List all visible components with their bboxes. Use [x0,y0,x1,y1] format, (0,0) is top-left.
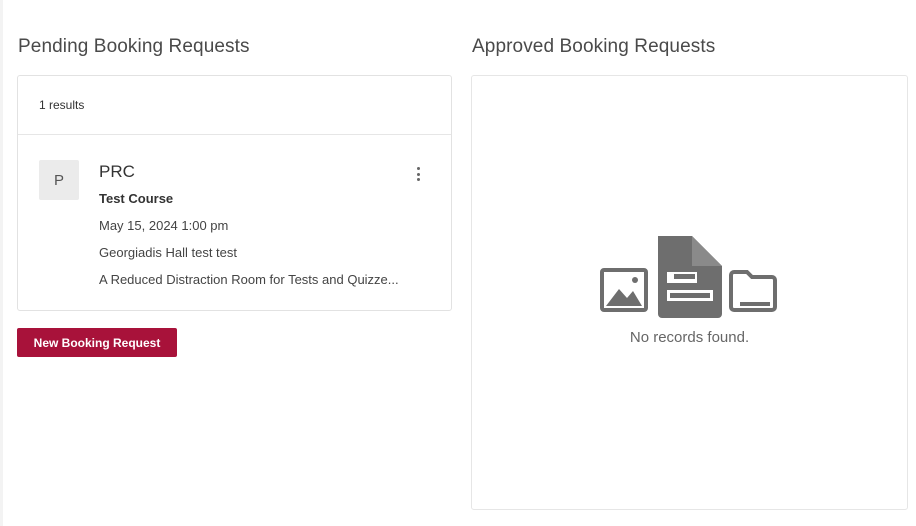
new-booking-request-button[interactable]: New Booking Request [17,328,177,357]
results-count: 1 results [39,98,85,112]
booking-location: Georgiadis Hall test test [99,245,238,260]
booking-description: A Reduced Distraction Room for Tests and… [99,272,399,287]
booking-request-item[interactable]: P PRC Test Course May 15, 2024 1:00 pm G… [18,135,451,311]
booking-datetime: May 15, 2024 1:00 pm [99,218,229,233]
avatar-letter: P [53,171,64,189]
document-icon [658,236,722,318]
more-vertical-icon[interactable] [412,164,424,184]
avatar: P [39,160,79,200]
results-count-header: 1 results [18,76,451,135]
approved-requests-panel: No records found. [471,75,908,510]
empty-state-illustration [600,234,778,325]
approved-section-title: Approved Booking Requests [472,36,716,57]
pending-section-title: Pending Booking Requests [18,36,250,57]
folder-icon [729,270,777,312]
booking-details: PRC Test Course May 15, 2024 1:00 pm Geo… [99,161,411,298]
left-edge-divider [0,0,3,526]
empty-state-message: No records found. [629,329,750,346]
pending-requests-card: 1 results P PRC Test Course May 15, 2024… [17,75,452,311]
booking-course: Test Course [99,191,174,206]
image-icon [600,268,648,312]
page: Pending Booking Requests Approved Bookin… [0,0,916,526]
booking-title: PRC [99,162,135,181]
